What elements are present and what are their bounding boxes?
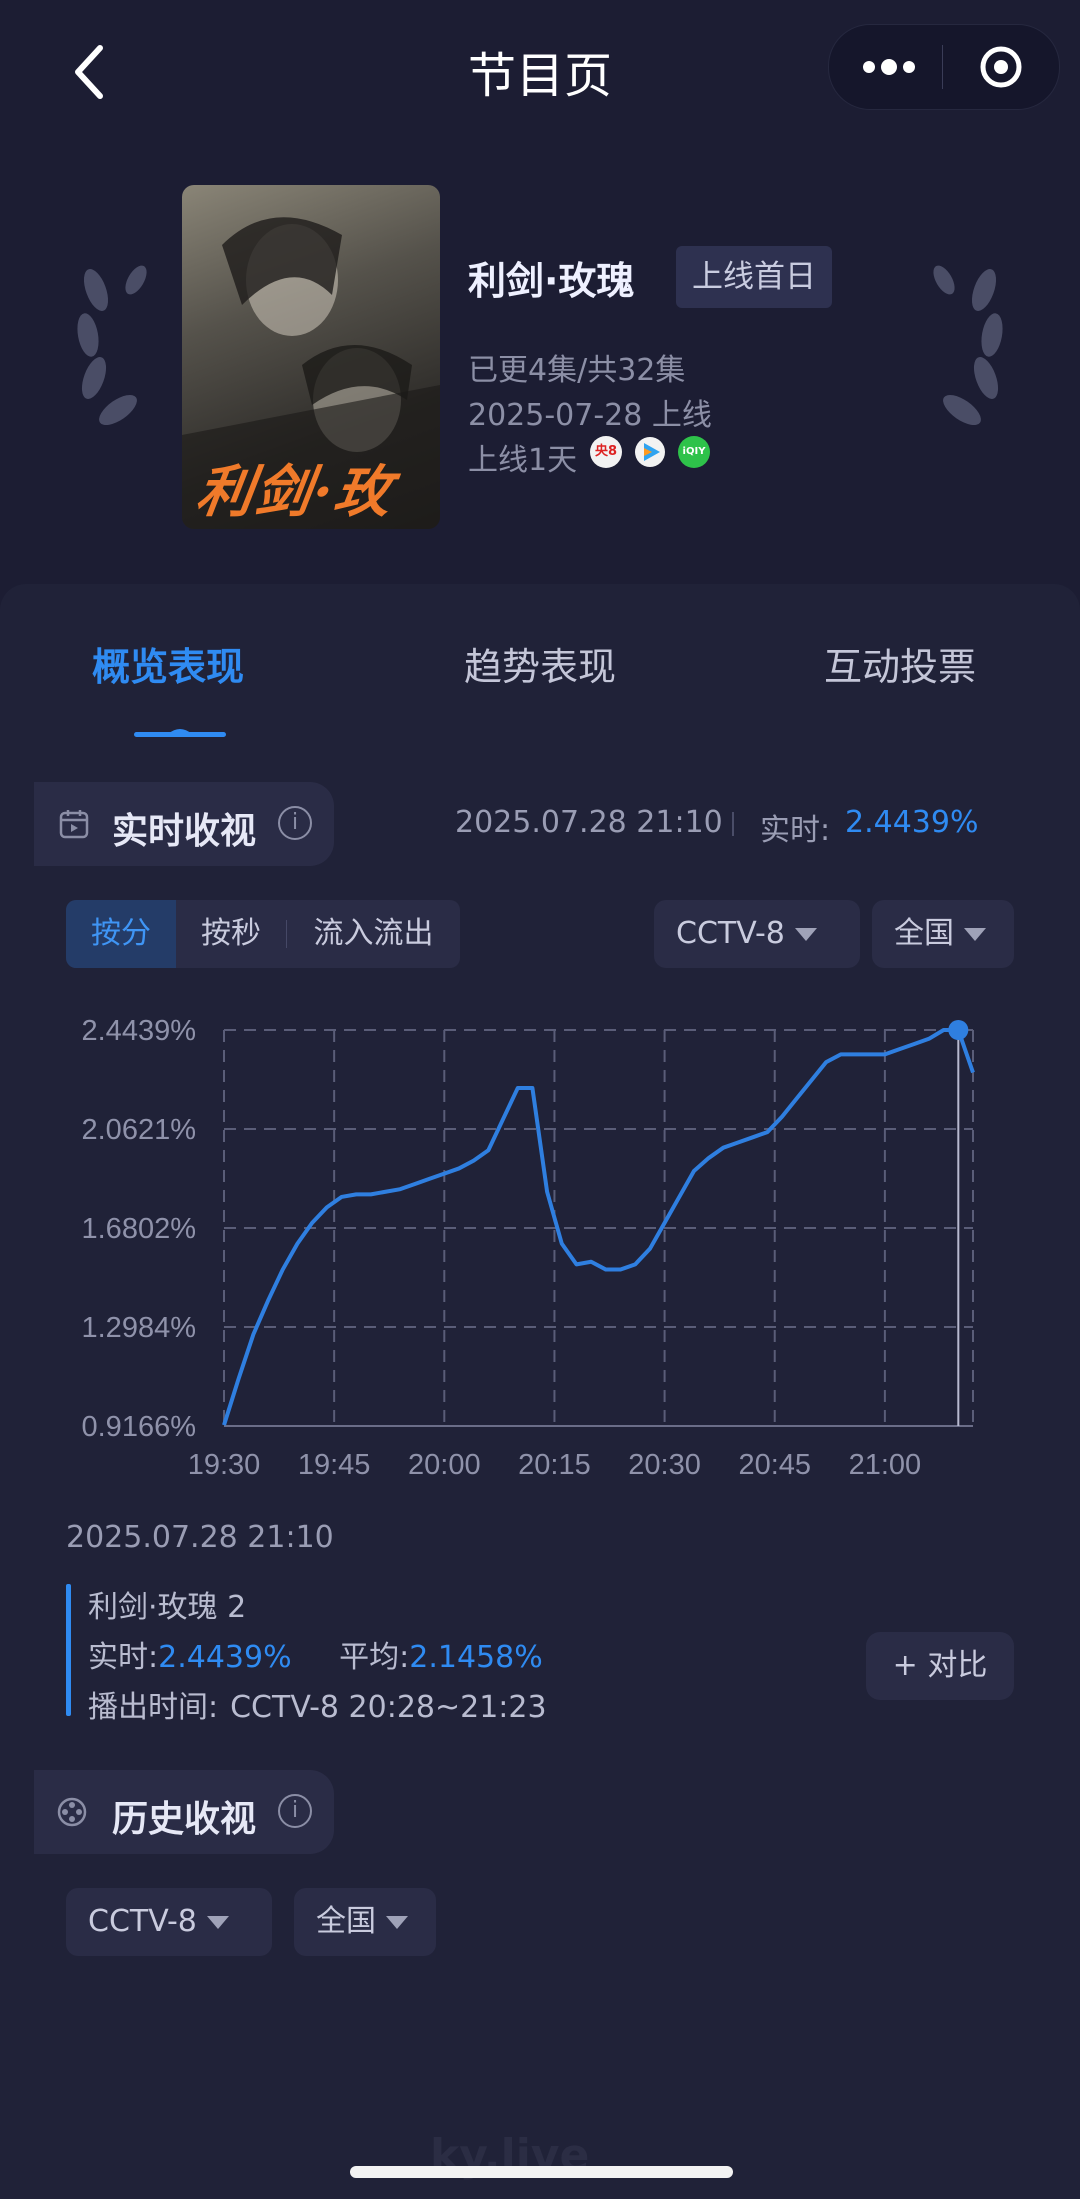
y-tick-label: 2.0621% <box>82 1114 197 1146</box>
x-tick-label: 19:30 <box>188 1449 261 1481</box>
dropdown-arrow-icon <box>206 1916 229 1929</box>
x-tick-label: 20:30 <box>628 1449 701 1481</box>
compare-button[interactable]: + 对比 <box>866 1632 1014 1700</box>
program-poster[interactable]: 利剑·玫瑰 <box>182 185 440 529</box>
seg-by-second[interactable]: 按秒 <box>176 900 286 968</box>
region-dropdown[interactable]: 全国 <box>872 900 1014 968</box>
avg-value: 2.1458% <box>409 1640 543 1675</box>
miniapp-capsule <box>828 24 1060 110</box>
dropdown-arrow-icon <box>794 928 817 941</box>
launch-badge: 上线首日 <box>676 246 832 308</box>
history-title: 历史收视 <box>112 1799 257 1840</box>
divider <box>732 812 734 836</box>
series-stats: 实时:2.4439% 平均:2.1458% <box>88 1632 543 1676</box>
tab-overview[interactable]: 概览表现 <box>92 636 244 691</box>
info-icon[interactable]: i <box>278 1794 312 1828</box>
cctv8-icon: 央8 <box>590 436 622 468</box>
x-tick-label: 20:00 <box>408 1449 481 1481</box>
region-value: 全国 <box>894 916 954 951</box>
realtime-timestamp: 2025.07.28 21:10 <box>455 805 723 840</box>
rt-label: 实时: <box>88 1640 159 1675</box>
history-section-header: 历史收视 i <box>34 1770 334 1854</box>
tab-indicator-bump <box>168 729 192 734</box>
x-tick-label: 20:45 <box>738 1449 811 1481</box>
realtime-title: 实时收视 <box>112 811 257 852</box>
realtime-section-header: 实时收视 i <box>34 782 334 866</box>
laurel-right-icon <box>933 265 1003 426</box>
launch-date: 2025-07-28 上线 <box>468 398 712 433</box>
avg-label: 平均: <box>339 1640 410 1675</box>
dropdown-arrow-icon <box>386 1916 408 1929</box>
film-reel-icon <box>57 1797 87 1827</box>
seg-by-minute[interactable]: 按分 <box>66 900 176 968</box>
calendar-icon <box>59 810 89 839</box>
more-icon[interactable] <box>859 57 919 77</box>
series-name: 利剑·玫瑰 2 <box>88 1590 247 1625</box>
realtime-value: 2.4439% <box>845 805 979 840</box>
history-region-dropdown[interactable]: 全国 <box>294 1888 436 1956</box>
y-tick-label: 0.9166% <box>82 1411 197 1443</box>
dropdown-arrow-icon <box>964 928 986 941</box>
x-tick-label: 19:45 <box>298 1449 371 1481</box>
realtime-rating-chart[interactable]: 2.4439% 2.0621% 1.6802% 1.2984% 0.9166% 19:30… <box>0 990 1080 1510</box>
cursor-point <box>948 1020 969 1040</box>
x-tick-label: 21:00 <box>849 1449 922 1481</box>
air-label: 播出时间: <box>88 1690 219 1725</box>
tab-voting[interactable]: 互动投票 <box>824 636 976 691</box>
air-time: 播出时间: CCTV-8 20:28~21:23 <box>88 1682 547 1726</box>
home-indicator <box>350 2166 733 2178</box>
y-tick-label: 1.6802% <box>82 1213 197 1245</box>
chart-cursor-time: 2025.07.28 21:10 <box>66 1520 334 1555</box>
capsule-divider <box>942 45 943 89</box>
poster-title: 利剑·玫瑰 <box>192 459 398 525</box>
realtime-label: 实时: <box>760 813 831 848</box>
history-region-value: 全国 <box>316 1904 376 1939</box>
series-line <box>222 1028 975 1426</box>
days-online: 上线1天 <box>468 443 578 478</box>
tab-trend[interactable]: 趋势表现 <box>464 636 616 691</box>
seg-flow[interactable]: 流入流出 <box>287 900 460 968</box>
granularity-segmented-control: 按分 按秒 流入流出 <box>66 900 460 968</box>
channel-dropdown[interactable]: CCTV-8 <box>654 900 860 968</box>
rt-value: 2.4439% <box>158 1640 292 1675</box>
episode-count: 已更4集/共32集 <box>468 353 686 388</box>
close-miniapp-icon[interactable] <box>979 45 1023 89</box>
air-value: CCTV-8 20:28~21:23 <box>230 1690 547 1725</box>
iqiyi-icon: iQIY <box>678 436 710 468</box>
y-tick-label: 2.4439% <box>82 1015 197 1047</box>
history-channel-value: CCTV-8 <box>88 1904 197 1939</box>
program-title: 利剑·玫瑰 <box>468 259 635 303</box>
series-color-bar <box>66 1584 71 1716</box>
laurel-left-icon <box>77 265 147 426</box>
channel-value: CCTV-8 <box>676 916 785 951</box>
info-icon[interactable]: i <box>278 806 312 840</box>
y-tick-label: 1.2984% <box>82 1312 197 1344</box>
x-tick-label: 20:15 <box>518 1449 591 1481</box>
tencent-video-icon <box>635 437 665 467</box>
history-channel-dropdown[interactable]: CCTV-8 <box>66 1888 272 1956</box>
